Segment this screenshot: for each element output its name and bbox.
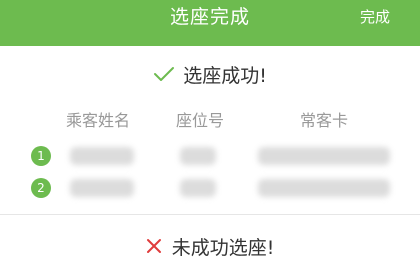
table-row: 2 bbox=[0, 174, 420, 202]
passenger-number-badge: 1 bbox=[31, 146, 51, 166]
passenger-number-badge: 2 bbox=[31, 178, 51, 198]
divider bbox=[0, 214, 420, 215]
close-icon bbox=[146, 239, 161, 253]
check-icon bbox=[154, 67, 175, 81]
blurred-seat-number bbox=[180, 179, 216, 197]
column-header-frequent-flyer: 常客卡 bbox=[300, 111, 349, 130]
table-row: 1 bbox=[0, 142, 420, 170]
seat-success-message: 选座成功! bbox=[0, 56, 420, 92]
blurred-frequent-flyer-card bbox=[258, 147, 390, 165]
blurred-passenger-name bbox=[70, 179, 134, 197]
blurred-passenger-name bbox=[70, 147, 134, 165]
blurred-seat-number bbox=[180, 147, 216, 165]
seat-failure-message: 未成功选座! bbox=[0, 228, 420, 264]
page-title: 选座完成 bbox=[169, 6, 250, 28]
done-button[interactable]: 完成 bbox=[360, 0, 390, 34]
top-bar: 选座完成 完成 bbox=[0, 0, 420, 46]
blurred-frequent-flyer-card bbox=[258, 179, 390, 197]
column-header-seat: 座位号 bbox=[176, 111, 225, 130]
success-text: 选座成功! bbox=[183, 64, 267, 87]
passenger-table-header: 乘客姓名 座位号 常客卡 bbox=[0, 107, 420, 133]
column-header-name: 乘客姓名 bbox=[66, 111, 131, 130]
failure-text: 未成功选座! bbox=[171, 236, 275, 259]
